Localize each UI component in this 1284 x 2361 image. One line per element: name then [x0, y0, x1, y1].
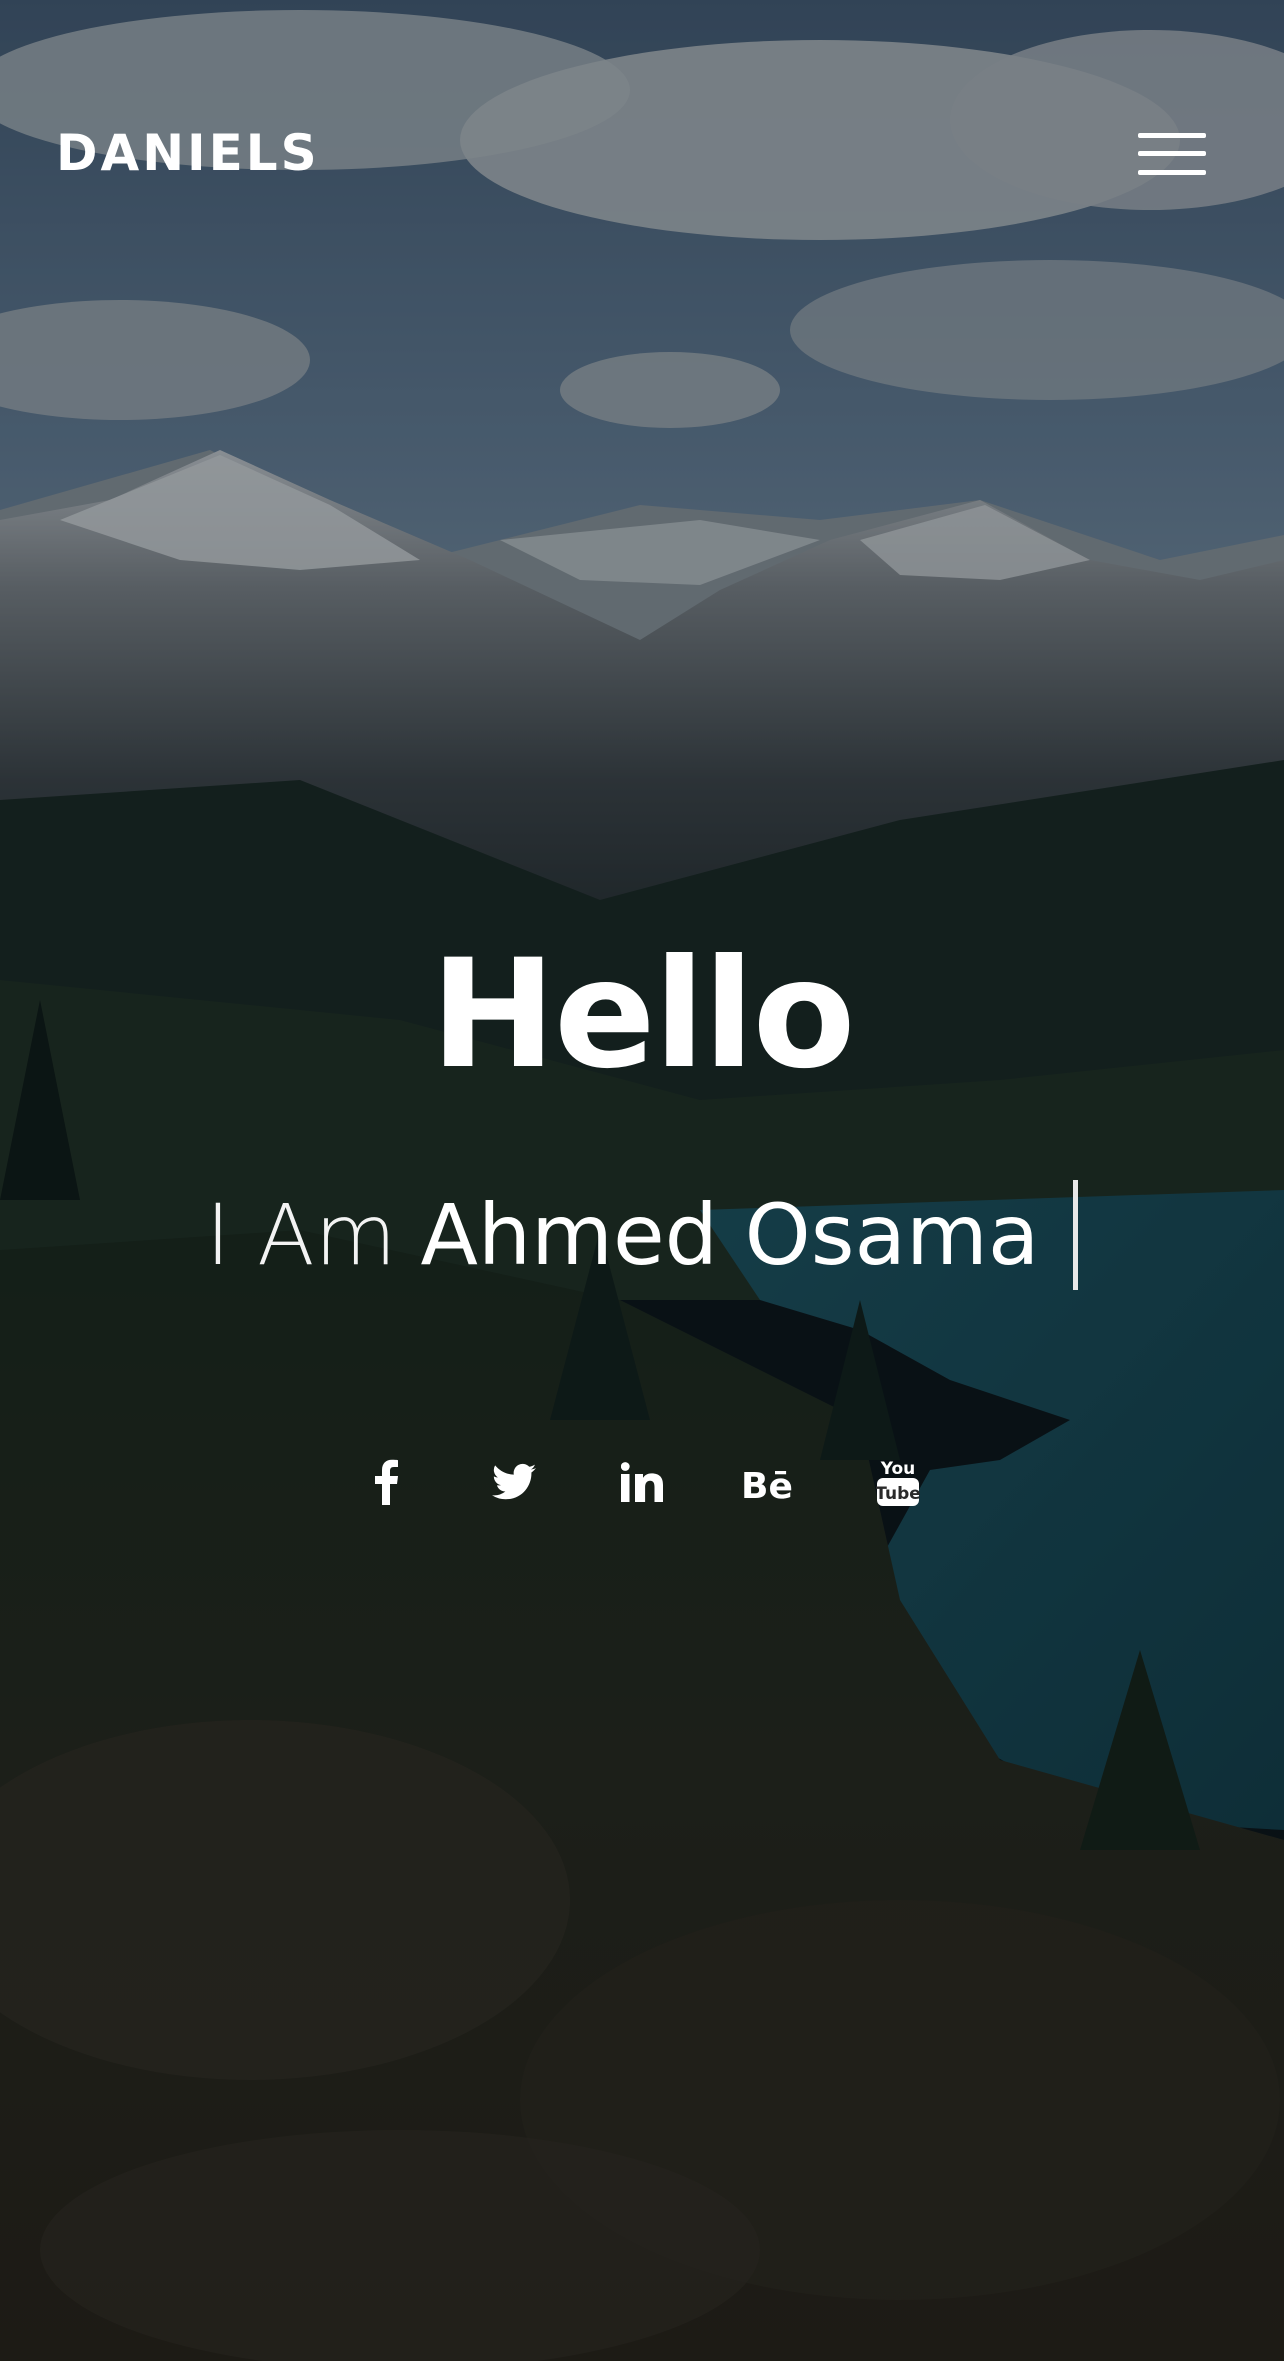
- hero-intro: I Am Ahmed Osama: [0, 1180, 1284, 1290]
- hamburger-menu-icon[interactable]: [1134, 130, 1210, 180]
- youtube-glyph-top: You: [880, 1459, 916, 1479]
- site-header: DANIELS: [0, 0, 1284, 260]
- menu-line: [1138, 151, 1206, 156]
- hero-section: DANIELS Hello I Am Ahmed Osama Bē You Tu…: [0, 0, 1284, 2361]
- youtube-icon[interactable]: You Tube: [856, 1440, 940, 1524]
- facebook-icon[interactable]: [344, 1440, 428, 1524]
- linkedin-icon[interactable]: [600, 1440, 684, 1524]
- youtube-glyph-bottom: Tube: [876, 1484, 920, 1504]
- hero-title: Hello: [430, 928, 855, 1102]
- menu-line: [1138, 133, 1206, 138]
- behance-icon[interactable]: Bē: [728, 1440, 812, 1524]
- twitter-icon[interactable]: [472, 1440, 556, 1524]
- intro-name: Ahmed Osama: [420, 1186, 1040, 1284]
- social-links: Bē You Tube: [0, 1440, 1284, 1524]
- intro-prefix: I Am: [205, 1186, 397, 1284]
- typing-cursor: [1073, 1180, 1079, 1290]
- behance-glyph: Bē: [741, 1466, 793, 1502]
- menu-line: [1138, 170, 1206, 175]
- site-logo[interactable]: DANIELS: [56, 128, 320, 178]
- hero-content: Hello I Am Ahmed Osama: [0, 940, 1284, 1290]
